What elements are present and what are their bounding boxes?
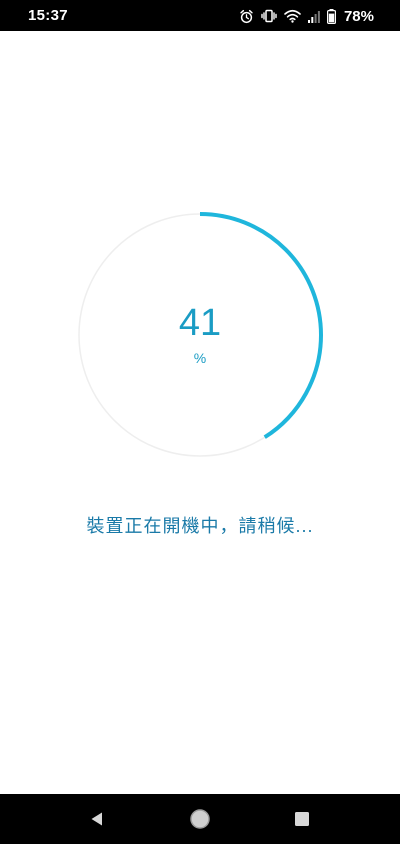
alarm-icon <box>239 9 254 24</box>
status-time: 15:37 <box>28 7 68 24</box>
recents-icon <box>295 812 309 826</box>
progress-ring: 41 % <box>76 211 324 459</box>
status-icons: 78% <box>239 6 374 26</box>
navigation-bar <box>0 794 400 844</box>
boot-status-message: 裝置正在開機中，請稍候... <box>86 516 314 536</box>
battery-icon <box>326 8 336 24</box>
device-boot-screen: 15:37 78% 41 % 裝置正在開機中，請稍候... <box>0 0 400 844</box>
status-bar: 15:37 78% <box>0 0 400 31</box>
recents-button[interactable] <box>289 806 315 832</box>
progress-unit: % <box>193 350 207 366</box>
home-button[interactable] <box>187 806 213 832</box>
back-icon <box>91 812 102 826</box>
home-icon <box>190 809 210 829</box>
battery-percent: 78% <box>343 7 374 25</box>
vibrate-icon <box>261 9 277 23</box>
cell-signal-icon <box>307 10 320 23</box>
progress-value: 41 <box>178 302 222 344</box>
back-button[interactable] <box>84 806 110 832</box>
wifi-icon <box>284 9 301 23</box>
